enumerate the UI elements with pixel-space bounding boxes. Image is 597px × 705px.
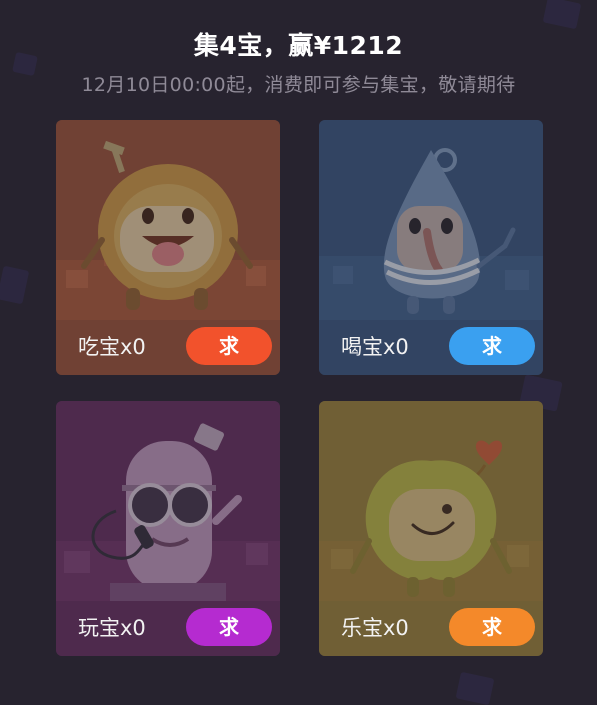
ask-button-wanbao[interactable]: 求 (186, 608, 272, 646)
ask-button-hebao[interactable]: 求 (449, 327, 535, 365)
background-cube (455, 671, 495, 705)
ask-button-chibao[interactable]: 求 (186, 327, 272, 365)
card-lebao[interactable]: 乐宝x0 求 (319, 401, 543, 656)
card-wanbao[interactable]: 玩宝x0 求 (56, 401, 280, 656)
card-chibao[interactable]: 吃宝x0 求 (56, 120, 280, 375)
card-count-label: 乐宝x0 (341, 616, 409, 640)
card-count-label: 玩宝x0 (78, 616, 146, 640)
card-count-label: 吃宝x0 (78, 335, 146, 359)
background-cube (542, 0, 582, 30)
page-title: 集4宝，赢¥1212 (193, 31, 404, 60)
card-hebao[interactable]: 喝宝x0 求 (319, 120, 543, 375)
page-subtitle: 12月10日00:00起，消费即可参与集宝，敬请期待 (81, 74, 516, 96)
background-cube (0, 265, 30, 305)
card-count-label: 喝宝x0 (341, 335, 409, 359)
ask-button-lebao[interactable]: 求 (449, 608, 535, 646)
